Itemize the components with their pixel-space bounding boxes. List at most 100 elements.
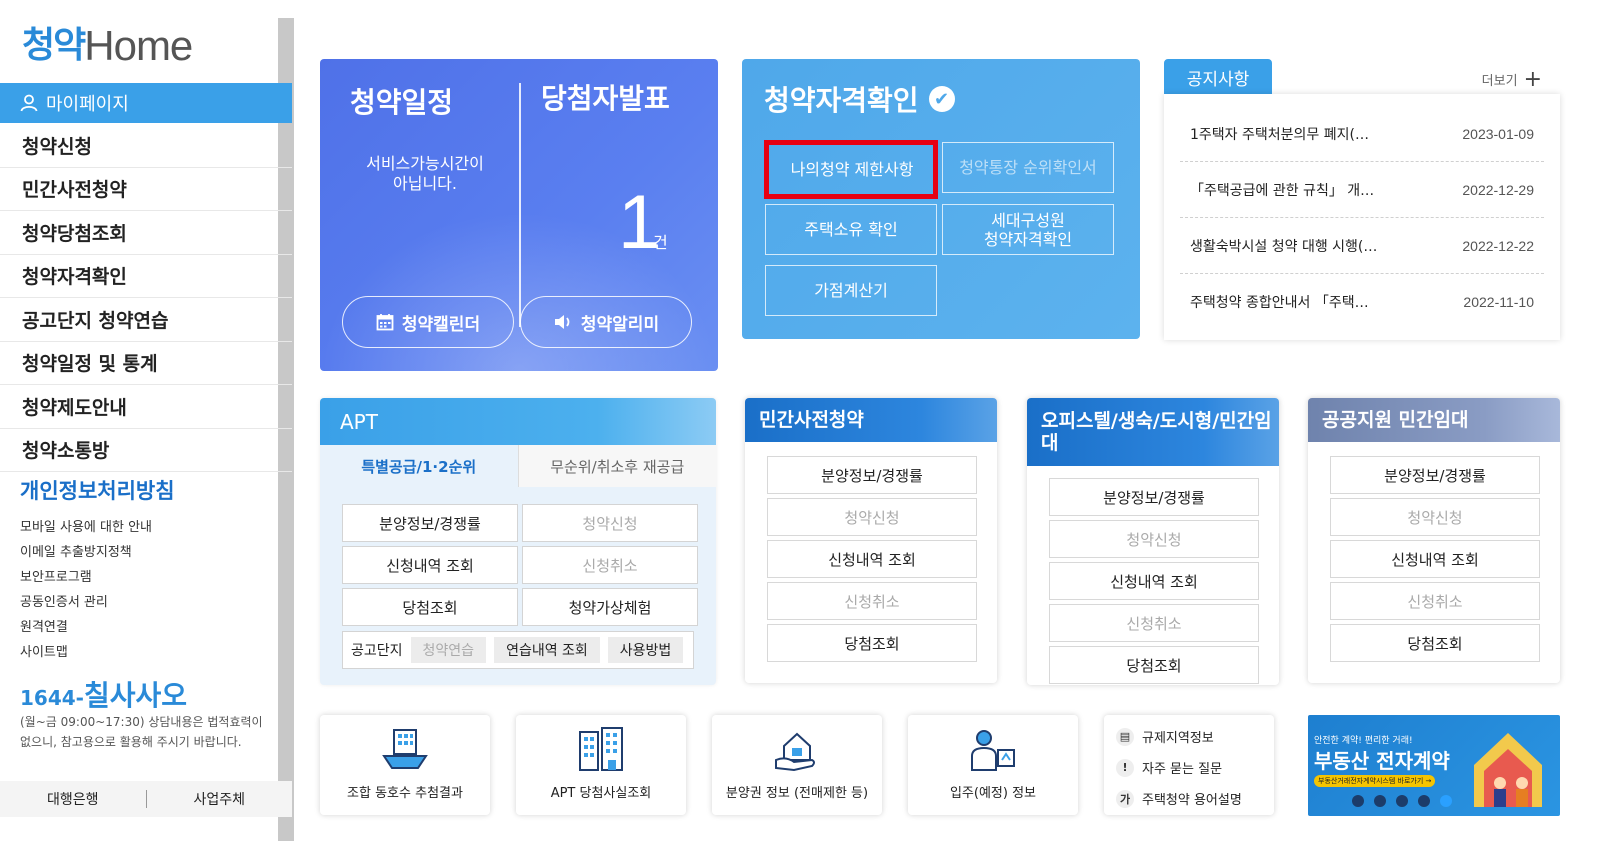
cancel-button[interactable]: 신청취소 — [767, 582, 977, 620]
quick-link-move-in-info[interactable]: 입주(예정) 정보 — [908, 715, 1078, 815]
household-eligibility-button[interactable]: 세대구성원 청약자격확인 — [942, 204, 1114, 255]
sidebar-item-private-pre-subscription[interactable]: 민간사전청약 — [0, 168, 292, 211]
sidebar-item-winning-lookup[interactable]: 청약당첨조회 — [0, 211, 292, 255]
footer-links: 모바일 사용에 대한 안내 이메일 추출방지정책 보안프로그램 공동인증서 관리… — [20, 515, 152, 665]
quick-link-apt-winning-check[interactable]: APT 당첨사실조회 — [516, 715, 686, 815]
carousel-dot[interactable] — [1352, 795, 1364, 807]
calendar-button[interactable]: 청약캘린더 — [342, 296, 514, 348]
site-logo[interactable]: 청약 Home — [22, 24, 193, 68]
sidebar-item-mypage[interactable]: 마이페이지 — [0, 83, 292, 123]
developer-link[interactable]: 사업주체 — [147, 789, 293, 809]
sale-info-button[interactable]: 분양정보/경쟁률 — [1049, 478, 1259, 516]
carousel-dot[interactable] — [1396, 795, 1408, 807]
history-button[interactable]: 신청내역 조회 — [1330, 540, 1540, 578]
apt-title: APT — [320, 398, 716, 445]
housing-ownership-button[interactable]: 주택소유 확인 — [765, 204, 937, 255]
apartment-icon — [579, 727, 623, 771]
apply-button[interactable]: 청약신청 — [1049, 520, 1259, 558]
practice-button[interactable]: 청약연습 — [410, 637, 487, 663]
tab-unranked[interactable]: 무순위/취소후 재공급 — [517, 445, 716, 487]
tab-notice[interactable]: 공지사항 — [1164, 59, 1272, 95]
officetel-card: 오피스텔/생숙/도시형/민간임대 분양정보/경쟁률 청약신청 신청내역 조회 신… — [1027, 398, 1279, 685]
house-hand-icon — [775, 732, 815, 772]
carousel-dot[interactable] — [1374, 795, 1386, 807]
agent-bank-link[interactable]: 대행은행 — [0, 789, 146, 809]
sidebar-item-system-guide[interactable]: 청약제도안내 — [0, 385, 292, 429]
notice-date: 2022-12-22 — [1462, 237, 1534, 254]
link-sitemap[interactable]: 사이트맵 — [20, 640, 152, 665]
list-item[interactable]: 1주택자 주택처분의무 폐지(… 2023-01-09 — [1180, 106, 1544, 162]
schedule-title[interactable]: 청약일정 — [350, 81, 453, 121]
winning-button[interactable]: 당첨조회 — [1049, 646, 1259, 684]
more-link[interactable]: 더보기 + — [1482, 67, 1542, 92]
apt-history-button[interactable]: 신청내역 조회 — [342, 546, 518, 584]
banner-title: 부동산 전자계약 — [1314, 749, 1450, 773]
quick-link-sale-rights[interactable]: 분양권 정보 (전매제한 등) — [712, 715, 882, 815]
sale-info-button[interactable]: 분양정보/경쟁률 — [767, 456, 977, 494]
regulated-area-link[interactable]: ▤ 규제지역정보 — [1116, 721, 1274, 752]
apt-card: APT 특별공급/1·2순위 무순위/취소후 재공급 분양정보/경쟁률 청약신청… — [320, 398, 716, 685]
notice-title: 「주택공급에 관한 규칙」 개… — [1190, 182, 1375, 199]
eligibility-card: 청약자격확인 ✔ 나의청약 제한사항 청약통장 순위확인서 주택소유 확인 세대… — [742, 59, 1140, 339]
winning-button[interactable]: 당첨조회 — [1330, 624, 1540, 662]
history-button[interactable]: 신청내역 조회 — [767, 540, 977, 578]
faq-link[interactable]: ! 자주 묻는 질문 — [1116, 752, 1274, 783]
e-contract-banner[interactable]: 안전한 계약! 편리한 거래! 부동산 전자계약 부동산거래전자계약시스템 바로… — [1308, 715, 1560, 816]
service-unavailable-note: 서비스가능시간이 아닙니다. — [366, 154, 484, 193]
link-certificate[interactable]: 공동인증서 관리 — [20, 590, 152, 615]
account-ranking-button[interactable]: 청약통장 순위확인서 — [942, 142, 1114, 193]
sidebar-bottom-links: 대행은행 사업주체 — [0, 781, 292, 817]
link-remote[interactable]: 원격연결 — [20, 615, 152, 640]
link-security-program[interactable]: 보안프로그램 — [20, 565, 152, 590]
glossary-link[interactable]: 가 주택청약 용어설명 — [1116, 783, 1274, 814]
apt-sale-info-button[interactable]: 분양정보/경쟁률 — [342, 504, 518, 542]
notice-date: 2023-01-09 — [1462, 125, 1534, 142]
sidebar-item-apply[interactable]: 청약신청 — [0, 124, 292, 168]
notice-date: 2022-12-29 — [1462, 181, 1534, 198]
schedule-card: 청약일정 서비스가능시간이 아닙니다. 당첨자발표 1 건 청약캘린더 청약알리… — [320, 59, 718, 371]
apt-apply-button[interactable]: 청약신청 — [522, 504, 698, 542]
cancel-button[interactable]: 신청취소 — [1330, 582, 1540, 620]
call-center-note: (월~금 09:00~17:30) 상담내용은 법적효력이 없으니, 참고용으로… — [20, 715, 263, 749]
map-icon: ▤ — [1116, 727, 1134, 746]
list-item[interactable]: 주택청약 종합안내서 「주택… 2022-11-10 — [1180, 274, 1544, 330]
list-item[interactable]: 생활숙박시설 청약 대행 시행(… 2022-12-22 — [1180, 218, 1544, 274]
house-illustration-icon — [1474, 733, 1542, 807]
person-board-icon — [971, 730, 1015, 771]
public-rental-card: 공공지원 민간임대 분양정보/경쟁률 청약신청 신청내역 조회 신청취소 당첨조… — [1308, 398, 1560, 683]
practice-history-button[interactable]: 연습내역 조회 — [494, 637, 600, 663]
card-title: 공공지원 민간임대 — [1308, 398, 1560, 442]
cancel-button[interactable]: 신청취소 — [1049, 604, 1259, 642]
sidebar-item-practice[interactable]: 공고단지 청약연습 — [0, 298, 292, 342]
sidebar-item-schedule-stats[interactable]: 청약일정 및 통계 — [0, 342, 292, 385]
usage-guide-button[interactable]: 사용방법 — [607, 637, 684, 663]
carousel-dot-active[interactable] — [1440, 795, 1452, 807]
sidebar-item-eligibility[interactable]: 청약자격확인 — [0, 255, 292, 298]
sidebar-item-communication[interactable]: 청약소통방 — [0, 429, 292, 472]
apply-button[interactable]: 청약신청 — [1330, 498, 1540, 536]
privacy-policy-link[interactable]: 개인정보처리방침 — [20, 475, 175, 505]
link-email-policy[interactable]: 이메일 추출방지정책 — [20, 540, 152, 565]
sidebar-item-label: 마이페이지 — [46, 94, 129, 115]
apply-button[interactable]: 청약신청 — [767, 498, 977, 536]
exclamation-icon: ! — [1116, 758, 1134, 777]
list-item[interactable]: 「주택공급에 관한 규칙」 개… 2022-12-29 — [1180, 162, 1544, 218]
tab-special-supply[interactable]: 특별공급/1·2순위 — [320, 445, 518, 487]
notice-list: 1주택자 주택처분의무 폐지(… 2023-01-09 「주택공급에 관한 규칙… — [1164, 94, 1560, 340]
winning-button[interactable]: 당첨조회 — [767, 624, 977, 662]
alarm-button[interactable]: 청약알리미 — [520, 296, 692, 348]
quick-link-lottery-result[interactable]: 조합 동호수 추첨결과 — [320, 715, 490, 815]
history-button[interactable]: 신청내역 조회 — [1049, 562, 1259, 600]
carousel-dot[interactable] — [1418, 795, 1430, 807]
notice-title: 생활숙박시설 청약 대행 시행(… — [1190, 238, 1378, 255]
apt-virtual-experience-button[interactable]: 청약가상체험 — [522, 588, 698, 626]
practice-row: 공고단지 청약연습 연습내역 조회 사용방법 — [342, 631, 694, 669]
score-calculator-button[interactable]: 가점계산기 — [765, 265, 937, 316]
apt-cancel-button[interactable]: 신청취소 — [522, 546, 698, 584]
link-mobile-guide[interactable]: 모바일 사용에 대한 안내 — [20, 515, 152, 540]
apt-winning-button[interactable]: 당첨조회 — [342, 588, 518, 626]
winner-announcement-title[interactable]: 당첨자발표 — [541, 81, 681, 117]
check-circle-icon: ✔ — [928, 86, 955, 112]
card-title: 민간사전청약 — [745, 398, 997, 442]
sale-info-button[interactable]: 분양정보/경쟁률 — [1330, 456, 1540, 494]
